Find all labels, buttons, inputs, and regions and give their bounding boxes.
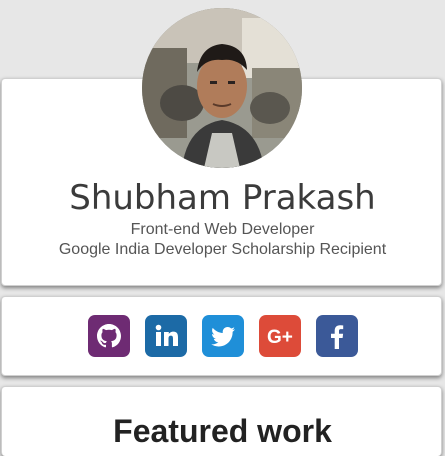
google-plus-icon[interactable]: G+ bbox=[258, 315, 301, 357]
facebook-icon[interactable] bbox=[315, 315, 358, 357]
twitter-icon[interactable] bbox=[201, 315, 244, 357]
featured-work-title: Featured work bbox=[113, 413, 332, 449]
github-icon[interactable] bbox=[87, 315, 130, 357]
svg-text:G+: G+ bbox=[267, 327, 293, 348]
profile-name: Shubham Prakash bbox=[69, 178, 376, 218]
social-links-card: G+ bbox=[1, 296, 442, 376]
avatar bbox=[142, 8, 302, 168]
profile-role: Front-end Web Developer bbox=[130, 221, 315, 238]
social-icons-row: G+ bbox=[2, 315, 443, 357]
featured-work-card: Featured work bbox=[1, 386, 442, 456]
linkedin-icon[interactable] bbox=[144, 315, 187, 357]
profile-achievement: Google India Developer Scholarship Recip… bbox=[58, 241, 387, 258]
